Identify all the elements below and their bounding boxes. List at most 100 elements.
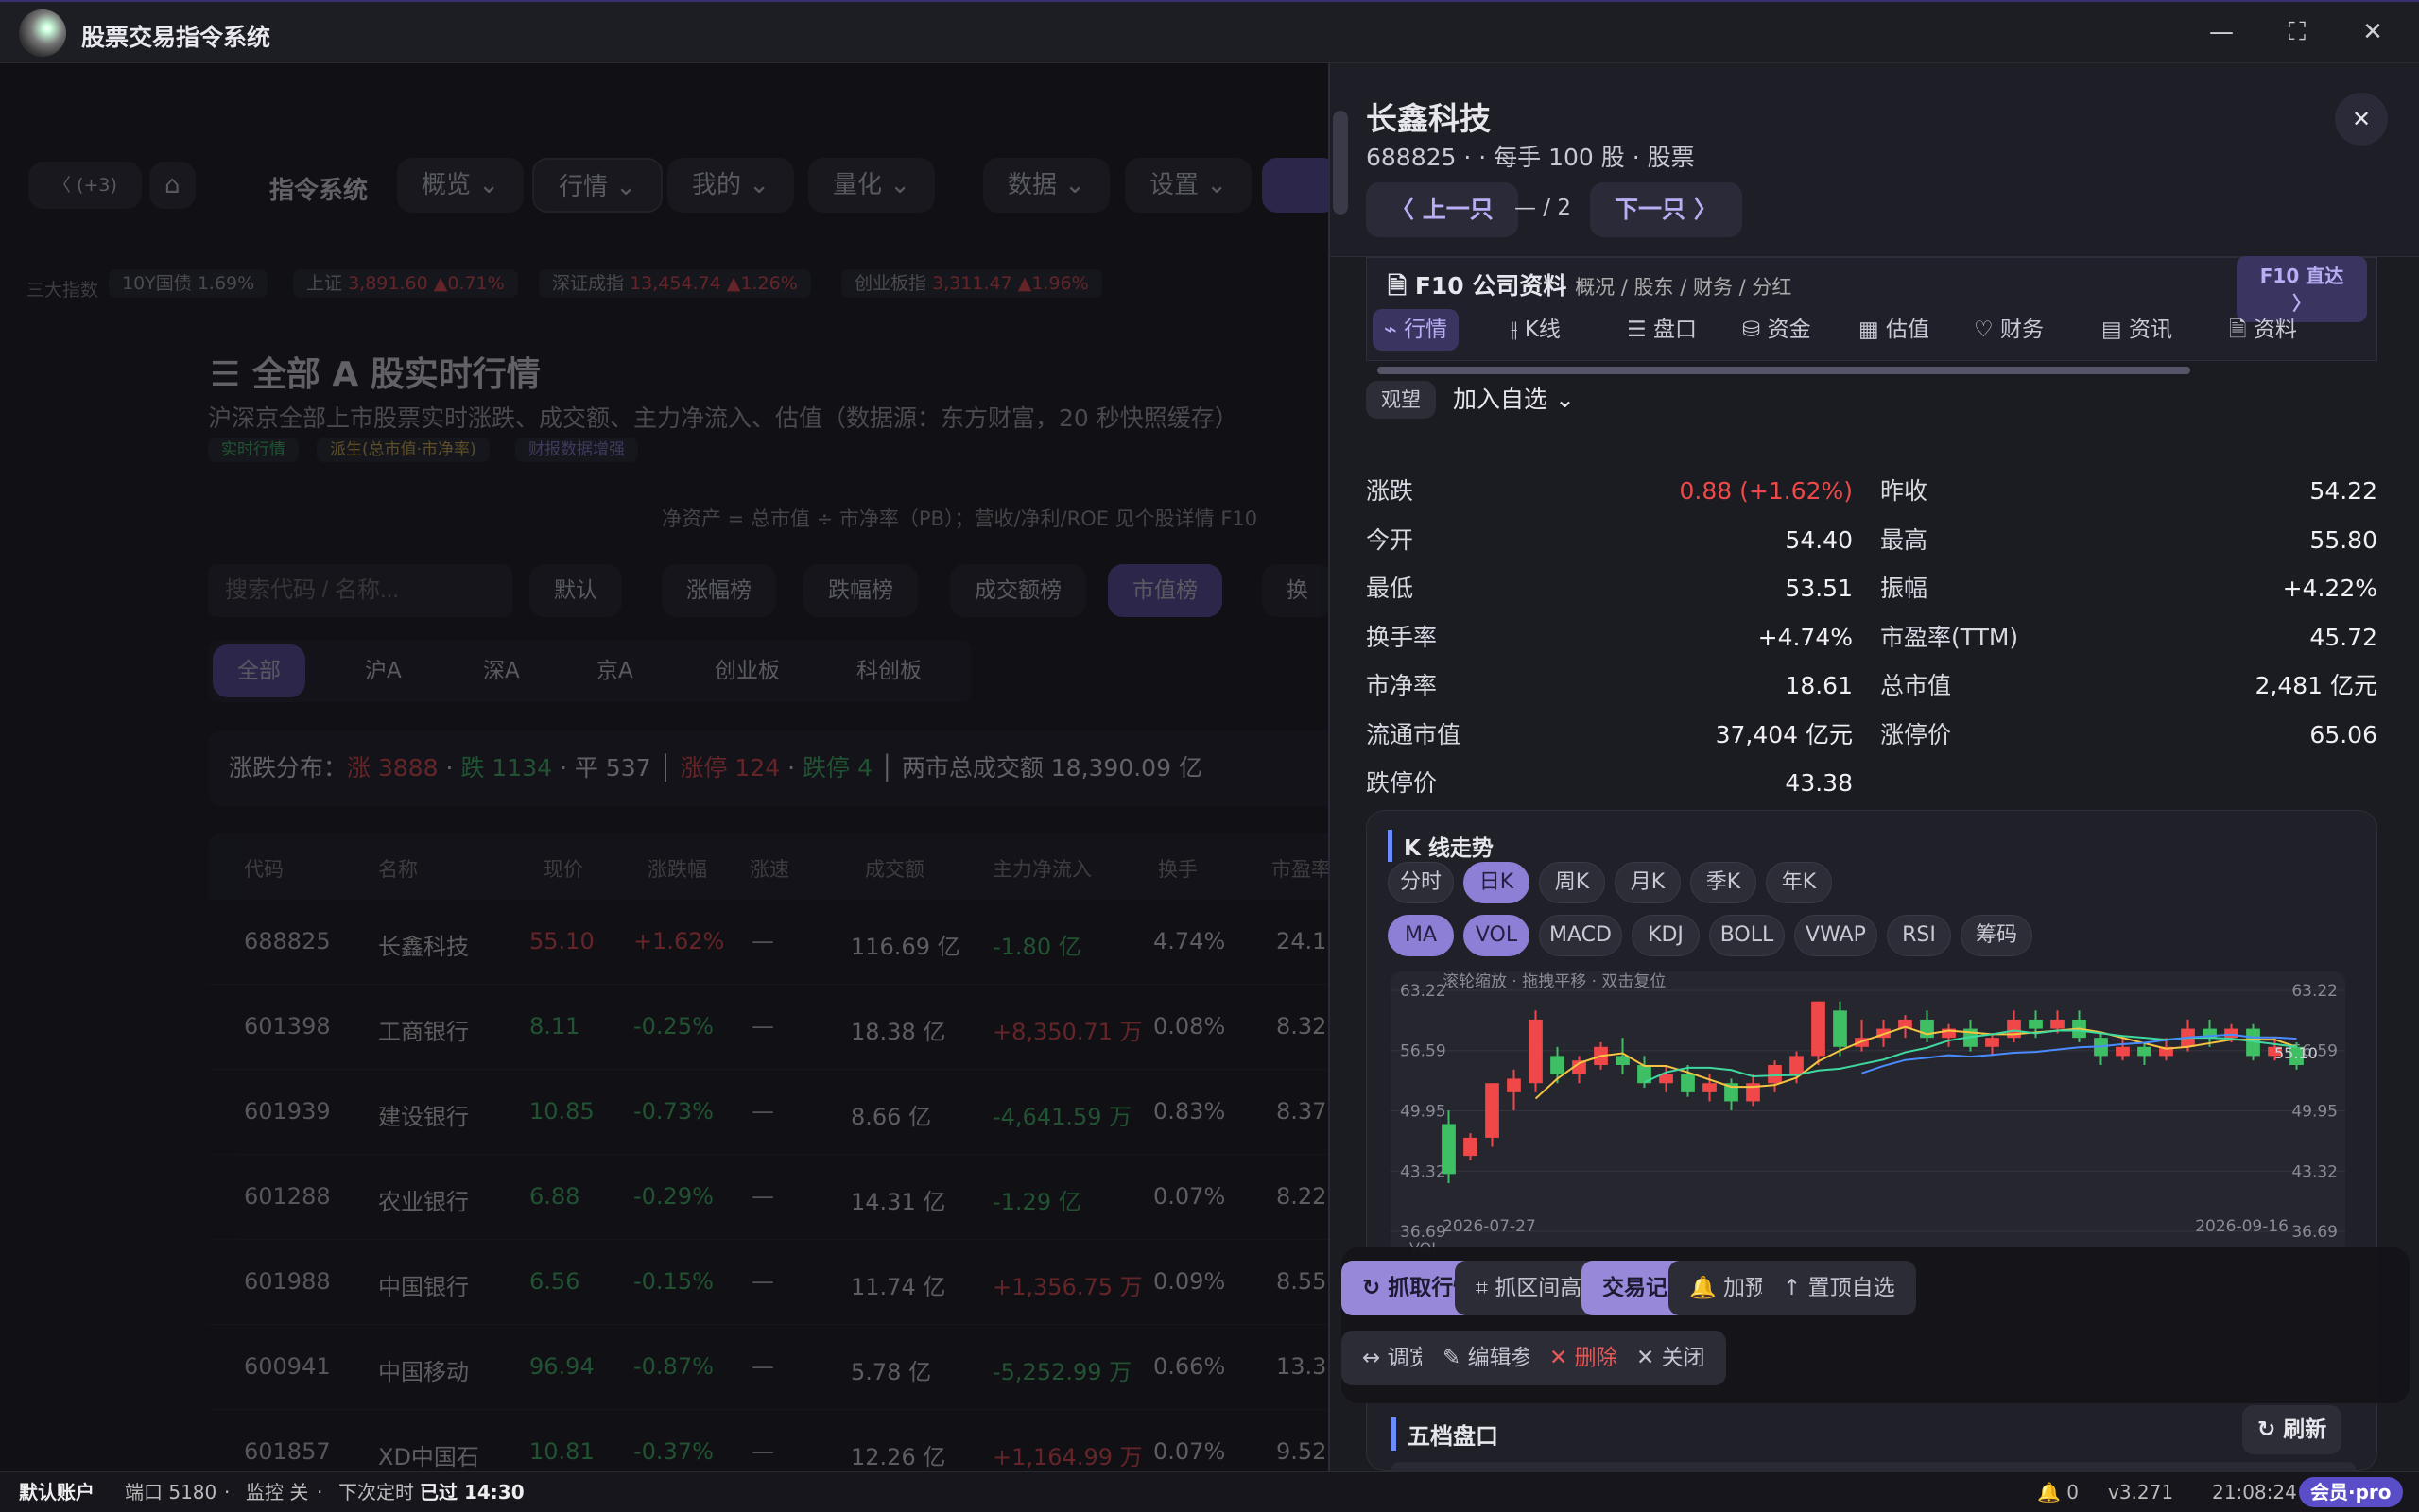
- watch-status-badge[interactable]: 观望: [1366, 381, 1436, 419]
- board-sh[interactable]: 沪A: [340, 644, 426, 697]
- ticker-label: 三大指数: [26, 280, 99, 301]
- prev-stock-button[interactable]: 〈 上一只: [1366, 182, 1518, 237]
- cell-pe: 9.52: [1276, 1438, 1327, 1465]
- nav-action-button[interactable]: [1262, 158, 1338, 213]
- table-row[interactable]: 688825 长鑫科技 55.10 +1.62% — 116.69 亿 -1.80 亿 4.7…: [208, 900, 1342, 985]
- stat-value: 54.40: [1785, 525, 1853, 554]
- candle-body: [2137, 1046, 2151, 1057]
- cell-amount: 14.31 亿: [851, 1189, 946, 1215]
- nav-menu-quant[interactable]: 量化 ⌄: [808, 158, 936, 213]
- period-chip[interactable]: 季K: [1690, 862, 1756, 903]
- nav-menu-settings[interactable]: 设置 ⌄: [1125, 158, 1253, 213]
- tab-profile[interactable]: 🗎 资料: [2218, 309, 2308, 351]
- indicator-chip[interactable]: RSI: [1887, 915, 1951, 956]
- tabs-scrollbar[interactable]: [1377, 367, 2190, 374]
- board-bj[interactable]: 京A: [572, 644, 658, 697]
- member-badge[interactable]: 会员·pro: [2299, 1477, 2403, 1507]
- kline-chart[interactable]: 63.22 63.2256.59 56.5949.95 49.9543.32 43.32…: [1391, 971, 2345, 1255]
- cell-price: 55.10: [529, 928, 595, 954]
- cell-amount: 8.66 亿: [851, 1104, 932, 1130]
- board-star[interactable]: 科创板: [832, 644, 946, 697]
- sort-gainers[interactable]: 涨幅榜: [662, 564, 776, 617]
- y-tick-label-right: 43.32: [2291, 1162, 2338, 1181]
- table-row[interactable]: 600941 中国移动 96.94 -0.87% — 5.78 亿 -5,252.99 万 0…: [208, 1325, 1342, 1410]
- tab-market[interactable]: ⌁ 行情: [1373, 309, 1460, 351]
- tab-orderbook[interactable]: ☰ 盘口: [1616, 309, 1708, 351]
- tab-news[interactable]: ▤ 资讯: [2090, 309, 2184, 351]
- refresh-button[interactable]: ↻ 刷新: [2242, 1405, 2342, 1454]
- stat-label: 换手率: [1366, 623, 1438, 651]
- candle-body: [2050, 1019, 2065, 1029]
- add-favorite-dropdown[interactable]: 加入自选 ⌄: [1453, 381, 1575, 419]
- home-button[interactable]: ⌂: [149, 162, 196, 209]
- cell-name: 建设银行: [378, 1104, 469, 1130]
- period-chip[interactable]: 日K: [1463, 862, 1529, 903]
- panel-close-button[interactable]: ✕: [2335, 93, 2388, 146]
- table-row[interactable]: 601939 建设银行 10.85 -0.73% — 8.66 亿 -4,641.59 万 0…: [208, 1070, 1342, 1155]
- indicator-chip[interactable]: BOLL: [1709, 915, 1785, 956]
- back-button[interactable]: 〈 (+3): [28, 162, 142, 209]
- stat-row: 涨停价 65.06: [1880, 712, 2377, 759]
- board-all[interactable]: 全部: [213, 644, 305, 697]
- search-input[interactable]: [208, 564, 512, 617]
- next-stock-button[interactable]: 下一只 〉: [1590, 182, 1742, 237]
- stat-label: 市盈率(TTM): [1880, 623, 2019, 651]
- stat-row: 最低 53.51: [1366, 565, 1853, 612]
- indicator-chip[interactable]: MACD: [1539, 915, 1622, 956]
- sort-losers[interactable]: 跌幅榜: [803, 564, 918, 617]
- pin-favorite-button[interactable]: ↑ 置顶自选: [1762, 1261, 1916, 1315]
- tag-financial: 财报数据增强: [515, 438, 638, 462]
- indicator-chip[interactable]: 筹码: [1961, 915, 2032, 956]
- minimize-button[interactable]: —: [2203, 15, 2240, 49]
- indicator-chip[interactable]: VWAP: [1794, 915, 1877, 956]
- cell-code: 688825: [244, 928, 331, 954]
- period-chip[interactable]: 周K: [1539, 862, 1605, 903]
- tab-finance[interactable]: ♡ 财务: [1962, 309, 2055, 351]
- candle-body: [1768, 1065, 1782, 1084]
- cell-chg: -0.87%: [633, 1353, 714, 1380]
- status-bar: 默认账户 端口 5180 · 监控 关 · 下次定时 已过 14:30 🔔 0 …: [0, 1471, 2419, 1511]
- table-row[interactable]: 601398 工商银行 8.11 -0.25% — 18.38 亿 +8,350.71 万 0…: [208, 985, 1342, 1070]
- notification-bell[interactable]: 🔔 0: [2037, 1472, 2079, 1512]
- nav-menu-market[interactable]: 行情 ⌄: [532, 158, 664, 213]
- period-chip[interactable]: 年K: [1766, 862, 1832, 903]
- nav-menu-data[interactable]: 数据 ⌄: [983, 158, 1111, 213]
- candle-body: [1529, 1019, 1543, 1084]
- sort-marketcap[interactable]: 市值榜: [1108, 564, 1222, 617]
- window-title: 股票交易指令系统: [81, 24, 271, 51]
- stat-label: 总市值: [1880, 672, 1952, 699]
- tab-funds[interactable]: ⛁ 资金: [1731, 309, 1823, 351]
- table-row[interactable]: 601988 中国银行 6.56 -0.15% — 11.74 亿 +1,356.75 万 0…: [208, 1240, 1342, 1325]
- table-row[interactable]: 601288 农业银行 6.88 -0.29% — 14.31 亿 -1.29 亿 0.07%…: [208, 1155, 1342, 1240]
- stat-value: 53.51: [1785, 575, 1853, 602]
- period-chip[interactable]: 月K: [1615, 862, 1681, 903]
- cell-amount: 18.38 亿: [851, 1019, 946, 1045]
- cell-amount: 116.69 亿: [851, 934, 960, 960]
- cell-turn: 0.07%: [1153, 1438, 1226, 1465]
- window-close-button[interactable]: ✕: [2354, 15, 2392, 49]
- kline-title: K 线走势: [1388, 830, 1494, 862]
- sort-amount[interactable]: 成交额榜: [950, 564, 1086, 617]
- candle-body: [1507, 1078, 1521, 1092]
- cell-code: 601939: [244, 1098, 331, 1125]
- tab-kline[interactable]: ⫲ K线: [1499, 309, 1572, 351]
- cell-price: 6.56: [529, 1268, 580, 1295]
- indicator-chip[interactable]: VOL: [1463, 915, 1529, 956]
- nav-menu-overview[interactable]: 概览 ⌄: [397, 158, 525, 213]
- sort-more[interactable]: 换: [1262, 564, 1333, 617]
- board-sz[interactable]: 深A: [458, 644, 544, 697]
- stock-meta: 688825 · · 每手 100 股 · 股票: [1366, 144, 1695, 171]
- indicator-chip[interactable]: KDJ: [1632, 915, 1700, 956]
- tab-valuation[interactable]: ▦ 估值: [1847, 309, 1941, 351]
- drag-handle[interactable]: [1333, 111, 1348, 215]
- orderbook-header: [1391, 1462, 2356, 1471]
- stat-label: 市净率: [1366, 672, 1438, 699]
- nav-menu-mine[interactable]: 我的 ⌄: [667, 158, 795, 213]
- board-gem[interactable]: 创业板: [690, 644, 804, 697]
- close-detail-button[interactable]: ✕ 关闭: [1616, 1331, 1726, 1385]
- status-next-label: 下次定时: [338, 1481, 414, 1503]
- indicator-chip[interactable]: MA: [1388, 915, 1454, 956]
- sort-default[interactable]: 默认: [529, 564, 622, 617]
- maximize-button[interactable]: ⛶: [2278, 15, 2316, 49]
- period-chip[interactable]: 分时: [1388, 862, 1454, 903]
